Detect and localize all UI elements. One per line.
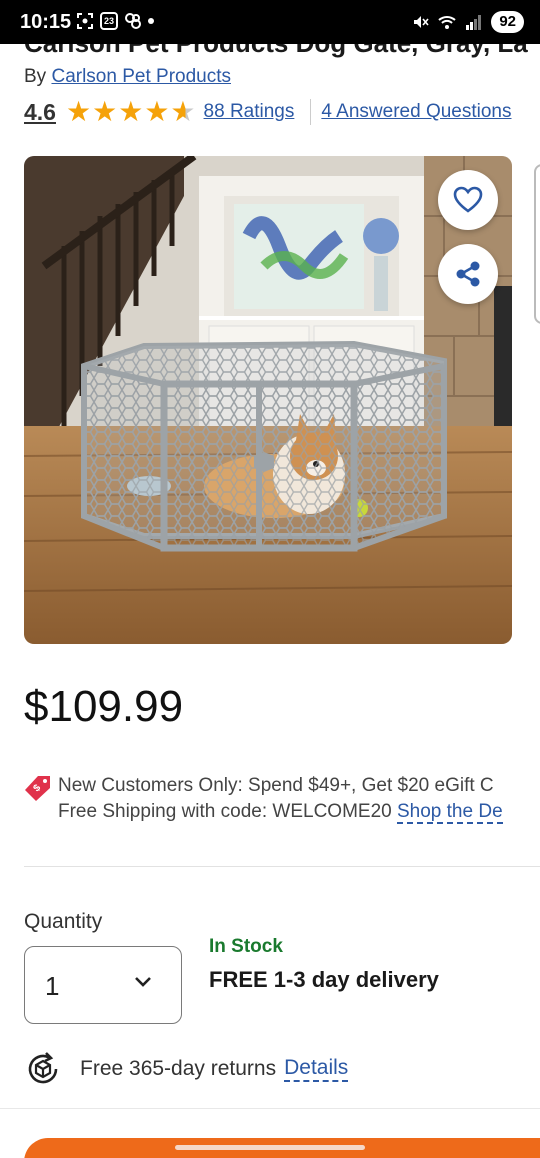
status-icons-right: 92 (411, 11, 524, 33)
battery-indicator: 92 (491, 11, 524, 33)
brand-link[interactable]: Carlson Pet Products (51, 66, 231, 87)
mute-icon (414, 16, 429, 28)
star-icon: ★ (118, 96, 144, 127)
bottom-divider (0, 1108, 540, 1109)
ratings-link[interactable]: 88 Ratings (204, 101, 295, 123)
price: $109.99 (24, 682, 184, 731)
quantity-select[interactable]: 1 (24, 946, 182, 1024)
by-prefix: By (24, 66, 47, 87)
star-rating[interactable]: ★ ★ ★ ★ ★ (66, 98, 196, 126)
star-icon: ★ (92, 96, 118, 127)
wifi-icon (438, 16, 456, 29)
product-image[interactable] (24, 156, 512, 644)
signal-icon (466, 15, 482, 30)
tag-icon: $ (25, 776, 50, 801)
next-image-thumbnail[interactable] (534, 164, 540, 324)
rating-value[interactable]: 4.6 (24, 99, 56, 126)
returns-text: Free 365-day returns (80, 1057, 277, 1080)
star-icon: ★ (144, 96, 170, 127)
share-icon (456, 261, 480, 287)
delivery-info: FREE 1-3 day delivery (209, 967, 439, 992)
notification-dot-icon (148, 18, 154, 24)
status-bar: 10:15 23 92 (0, 0, 540, 44)
returns-details-link[interactable]: Details (284, 1056, 349, 1082)
status-icons-left: 23 (76, 12, 154, 30)
heart-icon (453, 186, 483, 213)
favorite-button[interactable] (438, 170, 498, 230)
half-star-icon: ★ (170, 96, 196, 127)
stock-status: In Stock (209, 936, 283, 957)
home-indicator[interactable] (175, 1145, 365, 1150)
pinwheel-icon (125, 13, 141, 29)
chevron-down-icon (135, 977, 151, 987)
promo-line-2: Free Shipping with code: WELCOME20 Shop … (58, 801, 503, 824)
divider (310, 99, 312, 125)
product-photo (24, 156, 512, 644)
quantity-value: 1 (45, 971, 60, 1001)
share-button[interactable] (438, 244, 498, 304)
quantity-label: Quantity (24, 910, 103, 933)
promo-code-text: Free Shipping with code: WELCOME20 (58, 801, 392, 822)
returns-icon (28, 1052, 58, 1084)
byline: By Carlson Pet Products (24, 66, 231, 88)
calendar-icon: 23 (100, 12, 118, 30)
screenshot-icon (77, 13, 93, 29)
rating-row: 4.6 ★ ★ ★ ★ ★ 88 Ratings 4 Answered Ques… (24, 98, 540, 126)
shop-deal-link[interactable]: Shop the De (397, 801, 503, 824)
star-icon: ★ (65, 96, 92, 127)
promo-line-1: New Customers Only: Spend $49+, Get $20 … (58, 775, 494, 796)
status-time: 10:15 (20, 11, 72, 33)
returns-row: Free 365-day returns Details (24, 1050, 349, 1088)
answered-questions-link[interactable]: 4 Answered Questions (321, 101, 511, 123)
section-divider (24, 866, 540, 867)
